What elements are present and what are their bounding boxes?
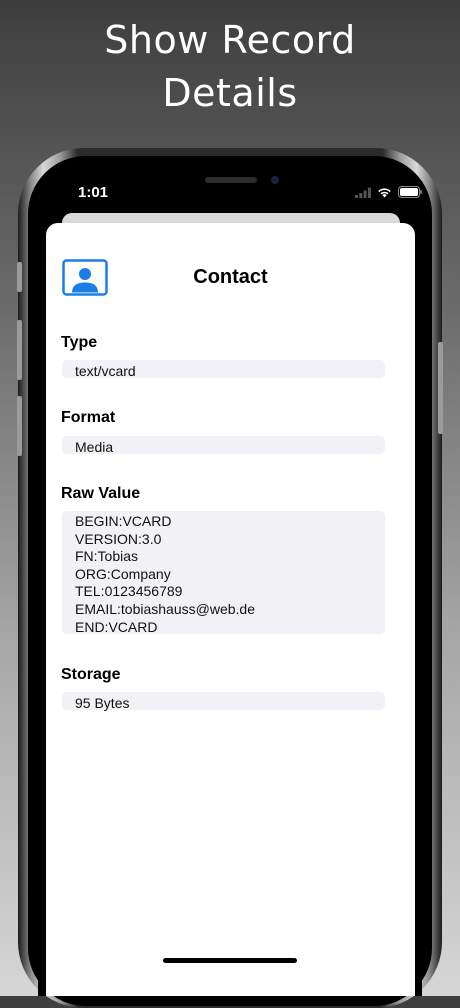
raw-value-box: BEGIN:VCARD VERSION:3.0 FN:Tobias ORG:Co… <box>62 511 385 635</box>
format-label: Format <box>61 409 116 426</box>
record-title: Contact <box>193 266 268 288</box>
volume-up-button <box>17 320 22 380</box>
wifi-icon <box>378 187 391 197</box>
raw-value-line: VERSION:3.0 <box>75 530 162 547</box>
mute-switch <box>17 262 22 292</box>
power-button <box>438 342 443 434</box>
raw-value-line: ORG:Company <box>75 565 171 582</box>
storage-label: Storage <box>61 666 121 683</box>
type-value: text/vcard <box>62 360 385 379</box>
raw-value-label: Raw Value <box>61 485 141 502</box>
raw-value-line: FN:Tobias <box>75 548 139 565</box>
headline-line-2: Details <box>162 71 298 115</box>
volume-down-button <box>17 396 22 456</box>
home-indicator[interactable] <box>163 958 297 963</box>
speaker-grille <box>205 177 257 183</box>
raw-value-line: END:VCARD <box>75 618 158 635</box>
raw-value-line: EMAIL:tobiashauss@web.de <box>75 600 255 617</box>
headline-line-1: Show Record <box>104 18 356 62</box>
headline: Show Record Details <box>0 14 460 120</box>
raw-value-line: TEL:0123456789 <box>75 583 183 600</box>
status-time: 1:01 <box>78 184 109 201</box>
status-icons <box>355 184 422 200</box>
front-camera <box>271 176 279 184</box>
storage-value: 95 Bytes <box>62 692 385 711</box>
format-value: Media <box>62 436 385 455</box>
type-label: Type <box>61 334 98 351</box>
raw-value-line: BEGIN:VCARD <box>75 513 172 529</box>
signal-icon <box>355 187 371 198</box>
battery-icon <box>398 186 422 198</box>
